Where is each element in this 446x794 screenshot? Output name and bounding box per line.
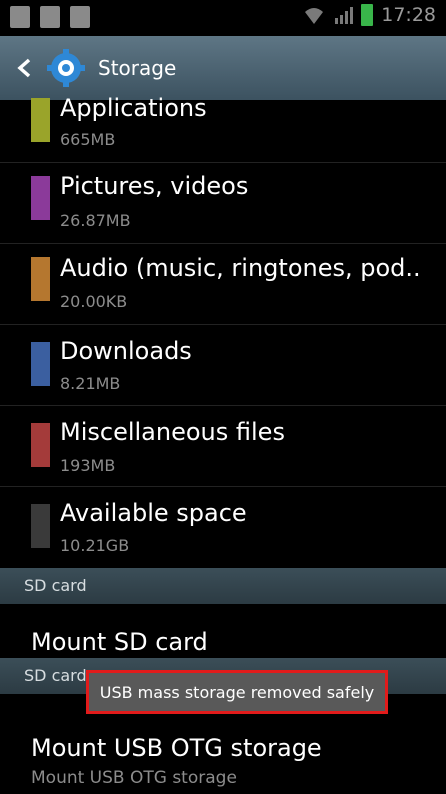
storage-item-pictures[interactable]: Pictures, videos 26.87MB xyxy=(0,162,446,244)
mount-sd-card-button[interactable]: Mount SD card xyxy=(31,628,208,656)
storage-item-applications[interactable]: Applications 665MB xyxy=(0,94,446,163)
mount-usb-otg-button[interactable]: Mount USB OTG storage xyxy=(31,734,322,762)
usb-icon xyxy=(40,6,60,28)
downloads-color-swatch xyxy=(31,342,50,386)
pictures-color-swatch xyxy=(31,176,50,220)
download-icon xyxy=(70,6,90,28)
sd-card-icon xyxy=(10,6,30,28)
storage-item-size: 8.21MB xyxy=(60,374,121,393)
page-title: Storage xyxy=(98,56,177,80)
chevron-left-icon[interactable] xyxy=(14,57,36,79)
system-icons: 17:28 xyxy=(303,4,436,26)
miscellaneous-color-swatch xyxy=(31,423,50,467)
storage-item-available[interactable]: Available space 10.21GB xyxy=(0,486,446,566)
storage-item-size: 665MB xyxy=(60,130,116,149)
wifi-icon xyxy=(305,8,324,24)
storage-item-size: 20.00KB xyxy=(60,292,128,311)
storage-item-audio[interactable]: Audio (music, ringtones, pod.. 20.00KB xyxy=(0,243,446,325)
storage-item-label: Miscellaneous files xyxy=(60,418,285,446)
available-color-swatch xyxy=(31,504,50,548)
storage-item-label: Available space xyxy=(60,499,247,527)
gear-icon xyxy=(47,49,85,87)
storage-item-size: 10.21GB xyxy=(60,536,130,555)
battery-icon xyxy=(361,4,374,26)
storage-item-size: 193MB xyxy=(60,456,116,475)
storage-item-downloads[interactable]: Downloads 8.21MB xyxy=(0,324,446,406)
storage-item-label: Audio (music, ringtones, pod.. xyxy=(60,254,421,282)
storage-item-size: 26.87MB xyxy=(60,211,131,230)
status-time: 17:28 xyxy=(381,4,436,26)
notification-icons xyxy=(10,6,90,28)
storage-item-label: Applications xyxy=(60,94,207,122)
signal-icon xyxy=(335,7,354,24)
applications-color-swatch xyxy=(31,98,50,142)
section-header-label: SD card xyxy=(24,576,87,595)
action-bar: Storage xyxy=(0,36,446,100)
mount-usb-otg-subtitle: Mount USB OTG storage xyxy=(31,768,237,788)
section-header-label: SD card xyxy=(24,666,87,685)
status-bar: 17:28 xyxy=(0,0,446,36)
toast-notification: USB mass storage removed safely xyxy=(86,670,388,714)
storage-item-label: Downloads xyxy=(60,337,192,365)
storage-item-miscellaneous[interactable]: Miscellaneous files 193MB xyxy=(0,405,446,487)
section-header-sd-card: SD card xyxy=(0,568,446,604)
storage-item-label: Pictures, videos xyxy=(60,172,249,200)
audio-color-swatch xyxy=(31,257,50,301)
